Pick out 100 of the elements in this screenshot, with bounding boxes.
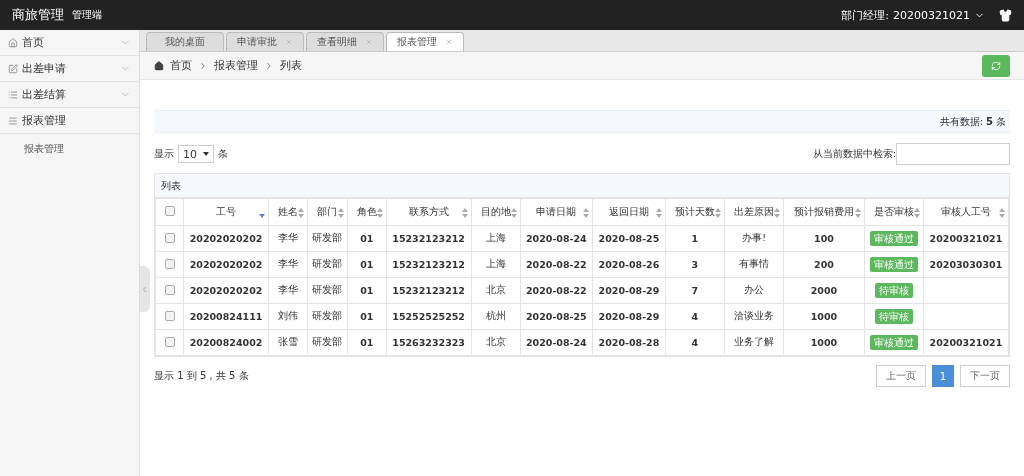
close-icon bbox=[285, 38, 293, 46]
table-cell: 15232123212 bbox=[386, 251, 472, 278]
sidebar-subitem[interactable]: 报表管理 bbox=[0, 134, 139, 164]
table-cell: 15263232323 bbox=[386, 329, 472, 356]
table-cell: 20202020202 bbox=[183, 225, 269, 252]
table-cell: 洽谈业务 bbox=[724, 303, 784, 330]
collapse-handle[interactable] bbox=[140, 266, 150, 312]
sort-icon[interactable] bbox=[715, 208, 722, 218]
table-cell: 15232123212 bbox=[386, 225, 472, 252]
breadcrumb-item[interactable]: 首页 bbox=[170, 58, 192, 73]
row-checkbox[interactable] bbox=[164, 258, 175, 269]
table-cell: 研发部 bbox=[307, 329, 348, 356]
close-icon bbox=[445, 38, 453, 46]
tab[interactable]: 查看明细 bbox=[306, 32, 384, 51]
sidebar-item[interactable]: 出差申请 bbox=[0, 56, 139, 82]
column-header[interactable]: 返回日期 bbox=[592, 198, 666, 226]
table-cell: 研发部 bbox=[307, 225, 348, 252]
table-cell: 01 bbox=[347, 329, 387, 356]
column-header[interactable]: 部门 bbox=[307, 198, 348, 226]
breadcrumb-item[interactable]: 列表 bbox=[280, 58, 302, 73]
sort-icon[interactable] bbox=[913, 208, 920, 218]
pagination-button[interactable]: 下一页 bbox=[960, 365, 1010, 387]
search-label: 从当前数据中检索: bbox=[812, 147, 896, 161]
menu-item-icon bbox=[8, 89, 18, 100]
tab[interactable]: 报表管理 bbox=[386, 32, 464, 51]
sort-icon[interactable] bbox=[583, 208, 590, 218]
home-icon bbox=[154, 60, 164, 71]
table-cell: 研发部 bbox=[307, 277, 348, 304]
panel-title: 列表 bbox=[161, 178, 181, 193]
table-cell: 刘伟 bbox=[268, 303, 308, 330]
column-header[interactable]: 审核人工号 bbox=[923, 198, 1009, 226]
row-checkbox[interactable] bbox=[164, 232, 175, 243]
table-cell: 办事! bbox=[724, 225, 784, 252]
column-header[interactable]: 姓名 bbox=[268, 198, 308, 226]
sort-icon[interactable] bbox=[461, 208, 468, 218]
column-header[interactable]: 联系方式 bbox=[386, 198, 472, 226]
table-cell: 15252525252 bbox=[386, 303, 472, 330]
table-cell: 4 bbox=[665, 303, 725, 330]
sidebar-item[interactable]: 出差结算 bbox=[0, 82, 139, 108]
refresh-icon bbox=[991, 60, 1001, 71]
sort-icon[interactable] bbox=[376, 208, 383, 218]
sidebar-item[interactable]: 报表管理 bbox=[0, 108, 139, 134]
table-cell: 李华 bbox=[268, 225, 308, 252]
table-cell: 2020-08-29 bbox=[592, 277, 666, 304]
table-cell: 有事情 bbox=[724, 251, 784, 278]
shirt-icon[interactable] bbox=[999, 8, 1012, 22]
column-header[interactable]: 是否审核 bbox=[864, 198, 924, 226]
table-cell: 2020-08-25 bbox=[592, 225, 666, 252]
table-cell: 01 bbox=[347, 303, 387, 330]
table-cell: 业务了解 bbox=[724, 329, 784, 356]
sort-icon[interactable] bbox=[999, 208, 1005, 218]
refresh-button[interactable] bbox=[982, 54, 1010, 77]
table-cell: 2020-08-26 bbox=[592, 251, 666, 278]
sort-icon[interactable] bbox=[854, 208, 861, 218]
column-header[interactable]: 目的地 bbox=[471, 198, 521, 226]
pagination-button[interactable]: 上一页 bbox=[875, 365, 926, 387]
table-cell: 2020-08-29 bbox=[592, 303, 666, 330]
table-cell: 李华 bbox=[268, 251, 308, 278]
status-badge: 审核通过 bbox=[869, 230, 918, 246]
column-header[interactable]: 申请日期 bbox=[520, 198, 593, 226]
column-header[interactable]: 预计天数 bbox=[665, 198, 725, 226]
sort-icon[interactable] bbox=[297, 208, 304, 218]
table-cell: 2020-08-28 bbox=[592, 329, 666, 356]
table-cell: 2020-08-24 bbox=[520, 329, 593, 356]
table-cell: 1000 bbox=[783, 329, 864, 356]
sort-icon[interactable] bbox=[338, 208, 345, 218]
row-checkbox[interactable] bbox=[164, 336, 175, 347]
table-cell: 20202020202 bbox=[183, 251, 269, 278]
column-header[interactable]: 预计报销费用 bbox=[783, 198, 864, 226]
row-checkbox[interactable] bbox=[164, 284, 175, 295]
page-size-unit: 条 bbox=[218, 147, 228, 161]
table-cell: 100 bbox=[783, 225, 864, 252]
tab[interactable]: 申请审批 bbox=[226, 32, 304, 51]
table-cell: 20200321021 bbox=[923, 329, 1009, 356]
table-cell: 北京 bbox=[471, 277, 521, 304]
search-field[interactable] bbox=[896, 143, 1010, 165]
select-all-checkbox[interactable] bbox=[164, 206, 175, 216]
sidebar-item[interactable]: 首页 bbox=[0, 30, 139, 56]
column-header[interactable]: 工号 bbox=[183, 198, 269, 226]
chevron-right-icon bbox=[264, 60, 274, 71]
table-cell: 2000 bbox=[783, 277, 864, 304]
breadcrumb-item[interactable]: 报表管理 bbox=[214, 58, 258, 73]
close-icon bbox=[365, 38, 373, 46]
table-cell: 20200321021 bbox=[923, 225, 1009, 252]
column-header[interactable]: 角色 bbox=[347, 198, 387, 226]
sort-icon[interactable] bbox=[655, 208, 662, 218]
table-cell: 200 bbox=[783, 251, 864, 278]
column-header[interactable]: 出差原因 bbox=[724, 198, 784, 226]
table-cell: 上海 bbox=[471, 251, 521, 278]
table-cell: 上海 bbox=[471, 225, 521, 252]
page-size-select[interactable]: 10 bbox=[178, 145, 214, 163]
status-badge: 待审核 bbox=[874, 308, 913, 324]
table-cell: 01 bbox=[347, 277, 387, 304]
row-checkbox[interactable] bbox=[164, 310, 175, 321]
user-menu[interactable]: 部门经理: 20200321021 bbox=[841, 7, 985, 23]
table-cell: 1 bbox=[665, 225, 725, 252]
tab[interactable]: 我的桌面 bbox=[146, 32, 224, 51]
sort-icon[interactable] bbox=[510, 208, 517, 218]
chevron-right-icon bbox=[198, 60, 208, 71]
sort-icon[interactable] bbox=[774, 208, 781, 218]
